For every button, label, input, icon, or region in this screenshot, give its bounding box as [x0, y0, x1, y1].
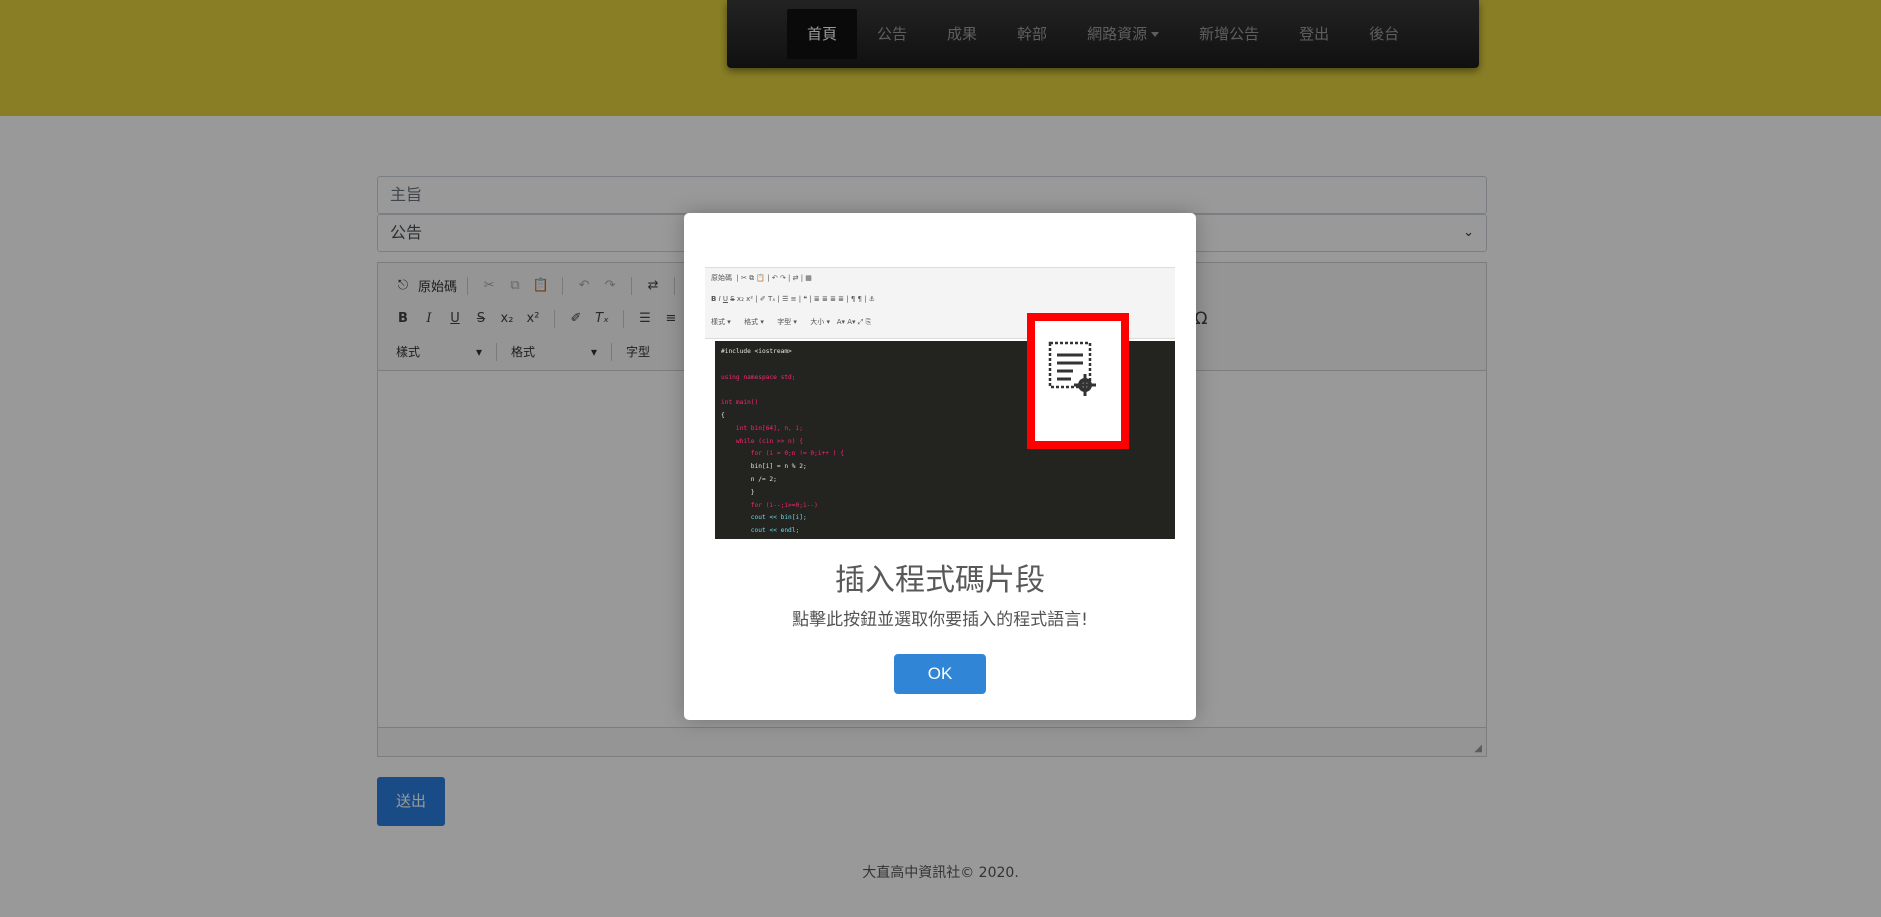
code-snippet-icon	[1048, 341, 1096, 396]
modal-title: 插入程式碼片段	[835, 563, 1045, 598]
code-snippet-button-highlight	[1027, 313, 1129, 449]
screenshot-font-combo: 字型	[777, 318, 792, 326]
screenshot-styles-combo: 樣式	[711, 318, 725, 326]
code-line: }	[721, 488, 755, 496]
screenshot-size-combo: 大小	[810, 318, 825, 326]
code-line: n /= 2;	[721, 475, 777, 483]
tutorial-screenshot: 原始碼 | ✂ ⧉ 📋 | ↶ ↷ | ⇄ | ▦ B I U S x₂ x² …	[705, 253, 1175, 549]
code-line: for (i = 0;n != 0;i++ ) {	[721, 450, 844, 458]
modal-text: 點擊此按鈕並選取你要插入的程式語言!	[792, 610, 1088, 630]
screenshot-format-combo: 格式	[744, 318, 759, 326]
code-line: bin[i] = n % 2;	[721, 463, 807, 471]
code-line: for (i--;i>=0;i--)	[721, 501, 818, 509]
code-line: cout << bin[i];	[721, 514, 807, 522]
screenshot-source-label: 原始碼	[711, 274, 732, 282]
code-line: cout << endl;	[721, 527, 800, 535]
tutorial-modal: 原始碼 | ✂ ⧉ 📋 | ↶ ↷ | ⇄ | ▦ B I U S x₂ x² …	[684, 213, 1196, 720]
ok-button[interactable]: OK	[894, 654, 986, 694]
